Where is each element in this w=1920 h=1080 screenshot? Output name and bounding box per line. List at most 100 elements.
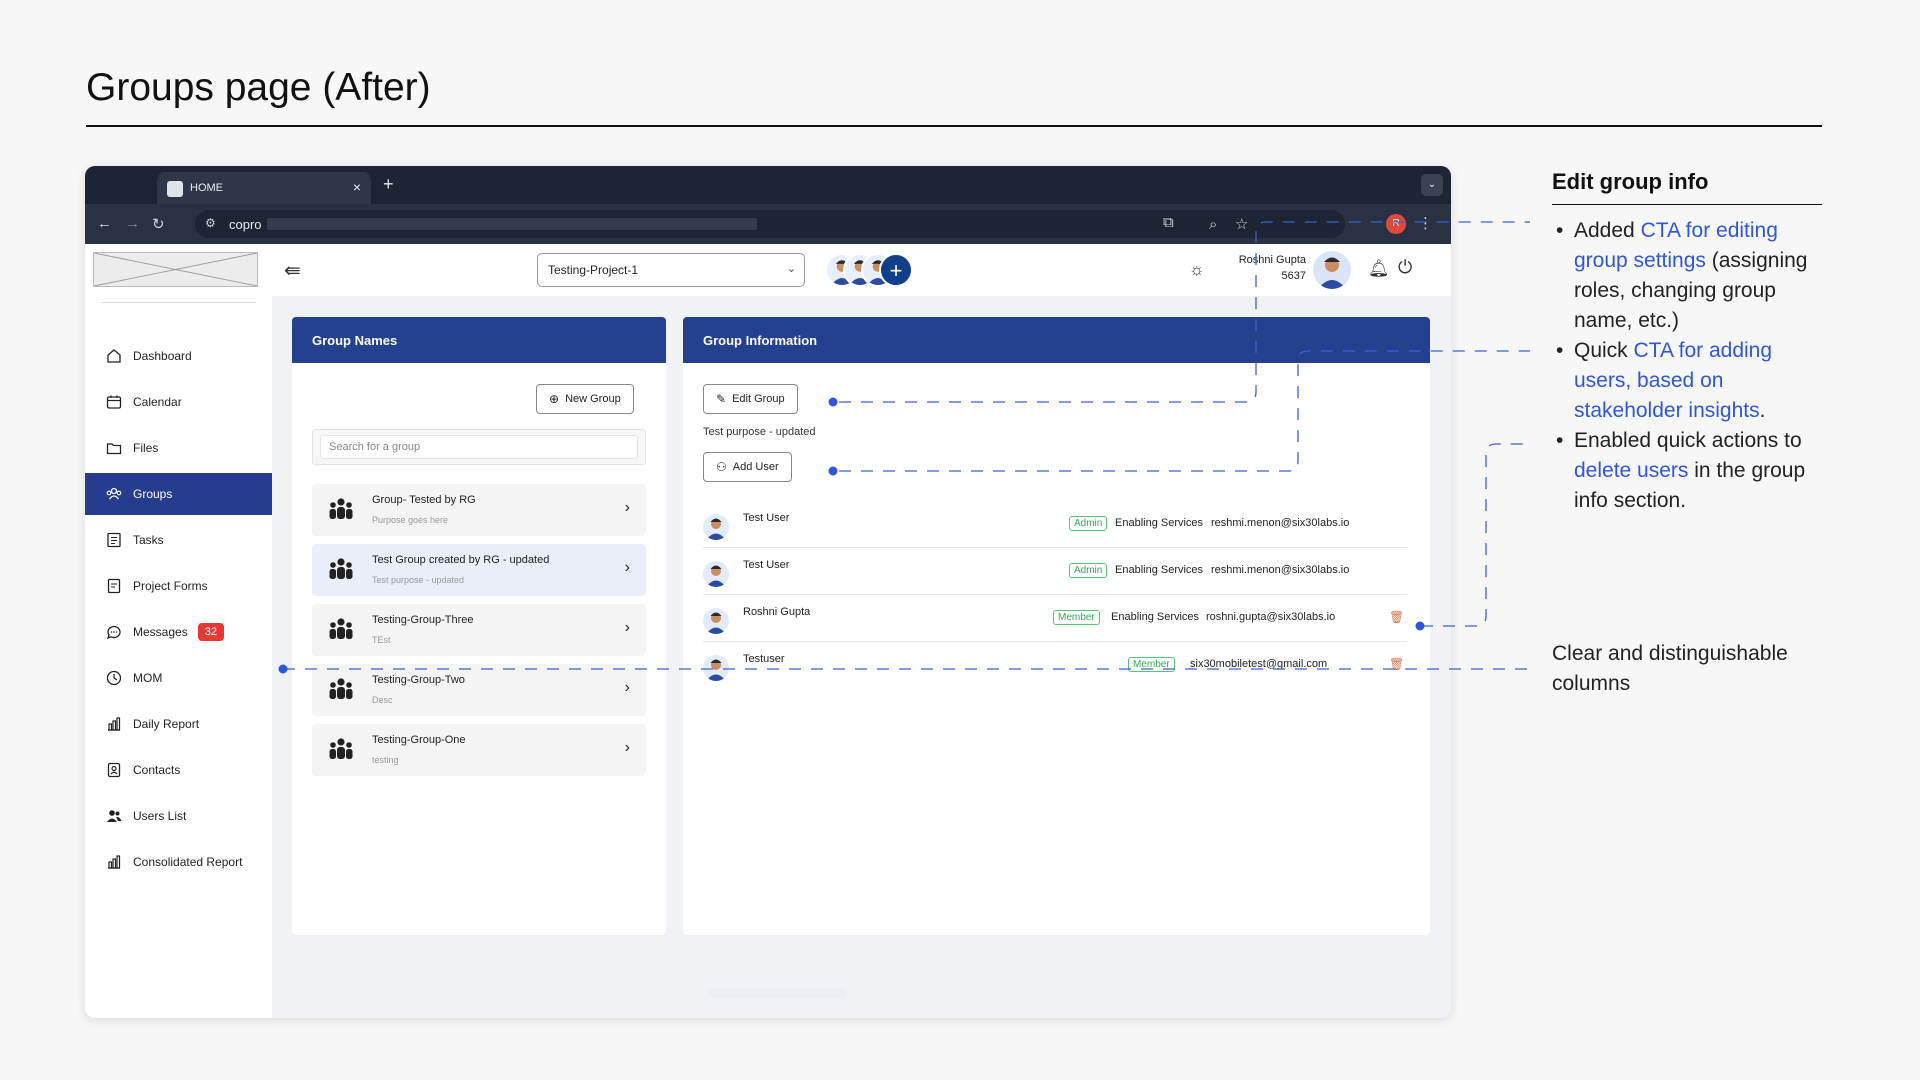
sidebar-item-label: Messages	[133, 625, 188, 639]
sidebar-item-calendar[interactable]: Calendar	[85, 381, 272, 423]
group-search-input[interactable]: Search for a group	[320, 435, 638, 459]
group-description: testing	[372, 755, 399, 765]
profile-avatar[interactable]: R	[1386, 214, 1406, 234]
delete-user-icon[interactable]: 🗑︎	[1389, 657, 1404, 671]
chevron-down-icon: ⌄	[786, 263, 796, 275]
sidebar-item-label: Project Forms	[133, 579, 208, 593]
annotation-bullet: Enabled quick actions to delete users in…	[1552, 426, 1824, 516]
folder-icon	[105, 439, 123, 457]
user-avatar[interactable]	[1313, 251, 1351, 289]
site-info-icon[interactable]: ⚙	[205, 216, 216, 230]
annotation-bullet: Added CTA for editing group settings (as…	[1552, 216, 1824, 336]
project-select[interactable]: Testing-Project-1 ⌄	[537, 253, 805, 287]
tab-close-icon[interactable]: ×	[353, 179, 361, 195]
group-description: Purpose goes here	[372, 515, 449, 525]
table-row: Roshni Gupta Member Enabling Services roshn…	[703, 596, 1407, 642]
group-icon	[326, 675, 356, 705]
group-purpose: Test purpose - updated	[703, 426, 816, 438]
chevron-right-icon[interactable]: ›	[625, 679, 630, 697]
sidebar-item-tasks[interactable]: Tasks	[85, 519, 272, 561]
group-description: TEst	[372, 635, 391, 645]
sidebar-item-daily-report[interactable]: Daily Report	[85, 703, 272, 745]
annotation-text: .	[1759, 399, 1766, 422]
sidebar-item-contacts[interactable]: Contacts	[85, 749, 272, 791]
plus-circle-icon: ⊕	[549, 392, 560, 406]
address-bar: ← → ↻ ⚙ copro ⌕ ☆ ⧉ R ⋮	[85, 204, 1451, 244]
bookmark-star-icon[interactable]: ☆	[1235, 215, 1248, 233]
sidebar-item-label: Users List	[133, 809, 187, 823]
tab-search-button[interactable]: ⌄	[1421, 174, 1443, 196]
clock-icon	[105, 669, 123, 687]
power-icon[interactable]: ⏻	[1398, 257, 1412, 278]
sidebar-item-mom[interactable]: MOM	[85, 657, 272, 699]
group-description: Test purpose - updated	[372, 575, 465, 585]
sidebar-item-messages[interactable]: Messages 32	[85, 611, 272, 653]
sidebar: Dashboard Calendar Files Groups Tasks Project…	[85, 244, 272, 1018]
new-group-button[interactable]: ⊕ New Group	[536, 384, 634, 414]
page-title: Groups page (After)	[86, 66, 431, 109]
sidebar-item-consolidated-report[interactable]: Consolidated Report	[85, 841, 272, 883]
edit-icon: ✎	[716, 392, 727, 406]
table-row: Test User Admin Enabling Services reshmi.me…	[703, 549, 1407, 595]
sidebar-item-files[interactable]: Files	[85, 427, 272, 469]
horizontal-scrollbar[interactable]	[707, 988, 847, 998]
new-tab-button[interactable]: +	[383, 174, 394, 195]
user-id: 5637	[1281, 270, 1306, 282]
back-icon[interactable]: ←	[97, 215, 112, 232]
chevron-right-icon[interactable]: ›	[625, 559, 630, 577]
group-description: Desc	[372, 695, 393, 705]
user-name: Roshni Gupta	[743, 606, 811, 618]
group-list-item[interactable]: Test Group created by RG - updated Test p…	[312, 544, 646, 596]
extensions-icon[interactable]: ⧉	[1163, 214, 1174, 231]
group-name: Testing-Group-Three	[372, 614, 474, 626]
edit-group-button[interactable]: ✎ Edit Group	[703, 384, 798, 414]
sidebar-item-label: Calendar	[133, 395, 182, 409]
reload-icon[interactable]: ↻	[152, 215, 165, 233]
group-names-title: Group Names	[292, 317, 666, 363]
department: Enabling Services	[1111, 611, 1200, 623]
sidebar-item-project-forms[interactable]: Project Forms	[85, 565, 272, 607]
title-divider	[86, 125, 1822, 127]
tab-title: HOME	[190, 182, 223, 194]
browser-menu-icon[interactable]: ⋮	[1418, 214, 1433, 232]
home-icon	[105, 347, 123, 365]
group-list-item[interactable]: Testing-Group-One testing ›	[312, 724, 646, 776]
user-avatar	[703, 608, 729, 634]
form-icon	[105, 577, 123, 595]
logo-placeholder	[93, 252, 258, 287]
add-member-button[interactable]: +	[879, 253, 913, 287]
group-list-item[interactable]: Group- Tested by RG Purpose goes here ›	[312, 484, 646, 536]
sidebar-item-label: Tasks	[133, 533, 164, 547]
sidebar-item-label: Files	[133, 441, 159, 455]
group-list-item[interactable]: Testing-Group-Two Desc ›	[312, 664, 646, 716]
annotation-text: Enabled quick actions to	[1574, 429, 1802, 452]
app-area: Dashboard Calendar Files Groups Tasks Project…	[85, 244, 1451, 1018]
department: Enabling Services	[1115, 517, 1204, 529]
theme-toggle-icon[interactable]: ☼	[1189, 260, 1205, 280]
forward-icon[interactable]: →	[125, 215, 140, 232]
sidebar-item-label: Daily Report	[133, 717, 200, 731]
tasks-icon	[105, 531, 123, 549]
group-list-item[interactable]: Testing-Group-Three TEst ›	[312, 604, 646, 656]
table-row: Testuser Member six30mobiletest@gmail.com 🗑…	[703, 643, 1407, 689]
zoom-icon[interactable]: ⌕	[1209, 216, 1217, 233]
user-avatar	[703, 561, 729, 587]
group-icon	[326, 495, 356, 525]
delete-user-icon[interactable]: 🗑︎	[1389, 610, 1404, 624]
annotation-bullet: Quick CTA for adding users, based on sta…	[1552, 336, 1824, 426]
collapse-menu-icon[interactable]: ⇚	[284, 258, 301, 283]
sidebar-item-dashboard[interactable]: Dashboard	[85, 335, 272, 377]
sidebar-item-groups[interactable]: Groups	[85, 473, 272, 515]
sidebar-divider	[101, 302, 256, 303]
sidebar-item-users-list[interactable]: Users List	[85, 795, 272, 837]
chevron-right-icon[interactable]: ›	[625, 619, 630, 637]
bell-icon[interactable]: 🔔︎	[1368, 259, 1390, 279]
url-text: copro	[229, 217, 262, 232]
sidebar-item-label: Consolidated Report	[133, 855, 243, 869]
chevron-right-icon[interactable]: ›	[625, 739, 630, 757]
add-user-button[interactable]: ⚇ Add User	[703, 452, 792, 482]
chevron-right-icon[interactable]: ›	[625, 499, 630, 517]
contacts-icon	[105, 761, 123, 779]
group-information-title: Group Information	[683, 317, 1430, 363]
browser-tab[interactable]: HOME ×	[157, 172, 371, 204]
